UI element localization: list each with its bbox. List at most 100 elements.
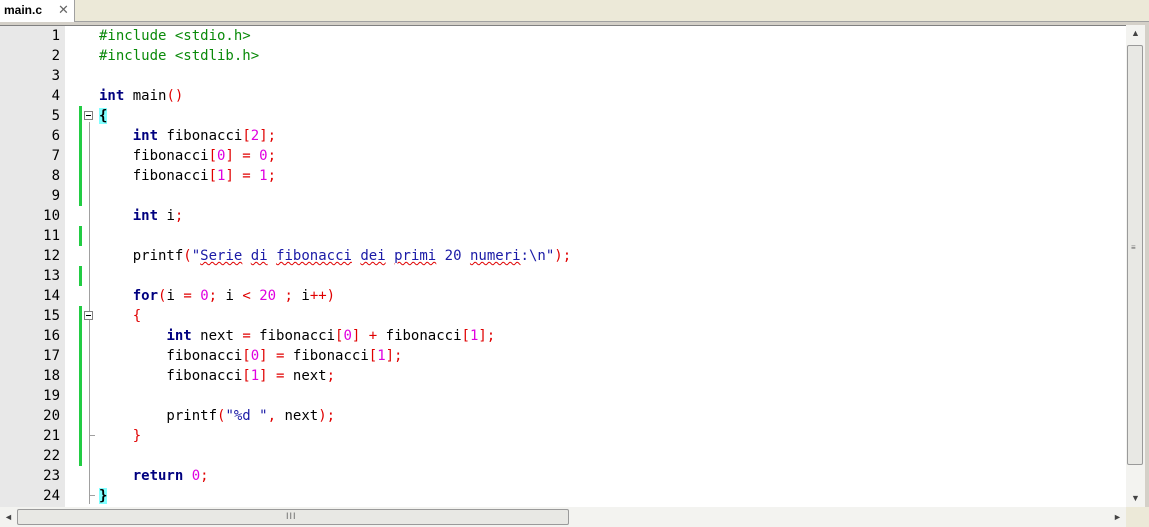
horizontal-scrollbar[interactable]: ◄ III ► (0, 507, 1126, 527)
code-token: fibonacci (99, 368, 243, 384)
line-number: 7 (51, 148, 60, 164)
code-line[interactable]: 13 (0, 266, 1126, 286)
code-token: Serie (200, 248, 243, 264)
code-token: #include <stdlib.h> (99, 48, 260, 64)
code-token: 0 (259, 148, 268, 164)
code-token: ; (267, 168, 277, 184)
scroll-up-arrow-icon[interactable]: ▲ (1126, 25, 1145, 42)
code-token: [ (242, 368, 251, 384)
code-token: printf (99, 248, 184, 264)
code-line[interactable]: 22 (0, 446, 1126, 466)
code-line[interactable]: 5{ (0, 106, 1126, 126)
code-token: fibonacci (292, 348, 369, 364)
line-number: 5 (51, 108, 60, 124)
code-token: ; (267, 148, 277, 164)
tab-bar: main.c ✕ (0, 0, 1149, 22)
line-number: 22 (43, 448, 60, 464)
code-token: return (132, 468, 184, 484)
code-text: fibonacci[0] = 0; (99, 146, 276, 166)
code-line[interactable]: 15 { (0, 306, 1126, 326)
code-token: } (132, 428, 142, 444)
code-token: fibonacci (385, 328, 462, 344)
code-line[interactable]: 14 for(i = 0; i < 20 ; i++) (0, 286, 1126, 306)
code-token: { (99, 108, 108, 124)
code-token: ] + (351, 328, 386, 344)
scroll-down-arrow-icon[interactable]: ▼ (1126, 490, 1145, 507)
code-line[interactable]: 16 int next = fibonacci[0] + fibonacci[1… (0, 326, 1126, 346)
code-token: fibonacci (250, 328, 336, 344)
code-text: #include <stdio.h> (99, 26, 251, 46)
code-line[interactable]: 21 } (0, 426, 1126, 446)
line-number: 6 (51, 128, 60, 144)
vertical-scrollbar[interactable]: ▲ ≡ ▼ (1126, 25, 1145, 507)
line-number: 14 (43, 288, 60, 304)
code-token: for (132, 288, 159, 304)
line-number: 16 (43, 328, 60, 344)
line-number: 17 (43, 348, 60, 364)
code-token: , (267, 408, 285, 424)
code-token: 20 (436, 248, 470, 264)
code-token: #include <stdio.h> (99, 28, 251, 44)
code-line[interactable]: 10 int i; (0, 206, 1126, 226)
code-line[interactable]: 11 (0, 226, 1126, 246)
code-token: = (242, 328, 251, 344)
code-token: fibonacci (99, 168, 209, 184)
code-token: " (191, 248, 201, 264)
code-token: primi (394, 248, 437, 264)
code-line[interactable]: 24} (0, 486, 1126, 506)
code-line[interactable]: 6 int fibonacci[2]; (0, 126, 1126, 146)
code-line[interactable]: 8 fibonacci[1] = 1; (0, 166, 1126, 186)
code-token: fibonacci (276, 248, 352, 264)
line-number: 13 (43, 268, 60, 284)
code-token: ; (174, 208, 184, 224)
code-line[interactable]: 3 (0, 66, 1126, 86)
code-text: } (99, 426, 141, 446)
close-icon[interactable]: ✕ (58, 2, 69, 18)
horizontal-scroll-thumb[interactable]: III (17, 509, 569, 525)
code-line[interactable]: 19 (0, 386, 1126, 406)
code-token: 1 (377, 348, 386, 364)
code-line[interactable]: 4 int main() (0, 86, 1126, 106)
code-token: () (166, 88, 184, 104)
code-line[interactable]: 9 (0, 186, 1126, 206)
code-token: [ (461, 328, 470, 344)
code-token: ); (554, 248, 572, 264)
tab-main-c[interactable]: main.c ✕ (0, 0, 75, 22)
code-line[interactable]: 2 #include <stdlib.h> (0, 46, 1126, 66)
code-line[interactable]: 12 printf("Serie di fibonacci dei primi … (0, 246, 1126, 266)
code-line[interactable]: 7 fibonacci[0] = 0; (0, 146, 1126, 166)
code-token: < (242, 288, 251, 304)
code-line[interactable]: 23 return 0; (0, 466, 1126, 486)
code-token: [ (368, 348, 378, 364)
code-token: :\n" (520, 248, 555, 264)
fold-collapse-icon[interactable] (84, 111, 93, 120)
code-token: ] = (259, 348, 293, 364)
code-token: i (301, 288, 310, 304)
code-line[interactable]: 18 fibonacci[1] = next; (0, 366, 1126, 386)
code-token: [ (208, 168, 218, 184)
code-token: } (99, 488, 108, 504)
tab-label: main.c (4, 3, 43, 17)
scroll-left-arrow-icon[interactable]: ◄ (0, 507, 17, 527)
line-number: 8 (51, 168, 60, 184)
code-line[interactable]: 20 printf("%d ", next); (0, 406, 1126, 426)
vertical-scroll-thumb[interactable]: ≡ (1127, 45, 1143, 465)
fold-collapse-icon[interactable] (84, 311, 93, 320)
code-text: #include <stdlib.h> (99, 46, 259, 66)
code-token: int (132, 208, 159, 224)
code-token: 1 (259, 168, 268, 184)
code-token: 2 (250, 128, 260, 144)
code-editor[interactable]: 1 #include <stdio.h> 2 #include <stdlib.h> 3… (0, 25, 1126, 507)
code-line[interactable]: 17 fibonacci[0] = fibonacci[1]; (0, 346, 1126, 366)
code-line[interactable]: 1 #include <stdio.h> (0, 26, 1126, 46)
scroll-right-arrow-icon[interactable]: ► (1109, 507, 1126, 527)
code-token: 20 (259, 288, 277, 304)
code-text: int main() (99, 86, 183, 106)
